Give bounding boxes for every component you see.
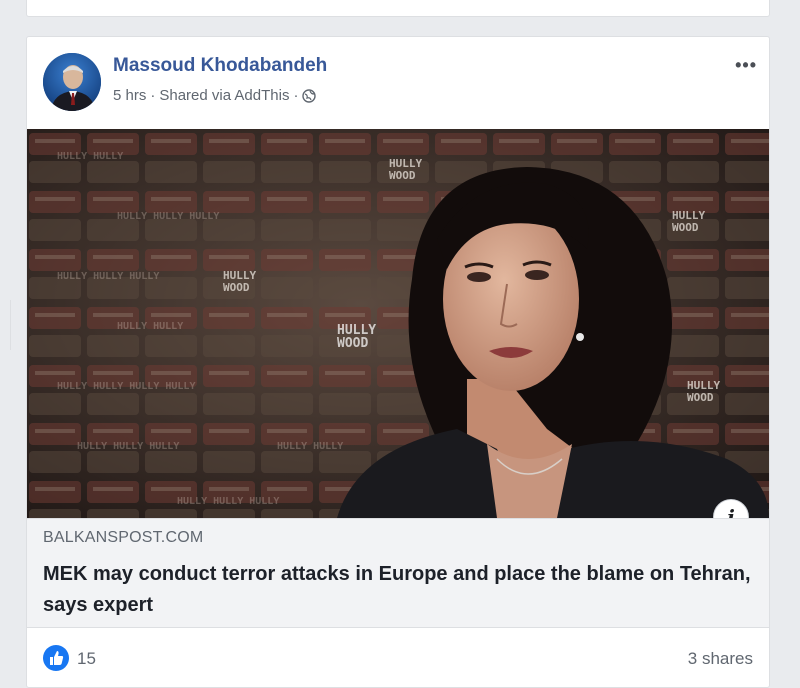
svg-text:WOOD: WOOD <box>672 221 699 234</box>
author-name[interactable]: Massoud Khodabandeh <box>113 55 327 77</box>
svg-text:HULLY HULLY HULLY: HULLY HULLY HULLY <box>177 496 279 507</box>
post-footer: 15 3 shares <box>27 637 769 677</box>
like-count[interactable]: 15 <box>77 649 96 669</box>
svg-text:WOOD: WOOD <box>223 281 250 294</box>
svg-text:HULLY HULLY HULLY: HULLY HULLY HULLY <box>77 441 179 452</box>
previous-post-card <box>26 0 770 17</box>
more-options-icon[interactable]: ••• <box>735 55 757 76</box>
svg-text:HULLY HULLY: HULLY HULLY <box>277 441 343 452</box>
like-reaction-icon[interactable] <box>43 645 69 671</box>
author-avatar[interactable] <box>43 53 101 111</box>
globe-icon[interactable] <box>302 88 317 103</box>
svg-text:HULLY HULLY: HULLY HULLY <box>117 321 183 332</box>
svg-text:WOOD: WOOD <box>337 336 368 351</box>
meta-separator-2: · <box>293 87 299 104</box>
shared-via-text: Shared via AddThis <box>159 87 290 104</box>
post-meta: 5 hrs · Shared via AddThis · <box>113 87 317 104</box>
link-preview-image[interactable]: HULLY WOOD HULLY WOOD HULLY WOOD HULLY W… <box>27 129 769 518</box>
svg-text:WOOD: WOOD <box>389 169 416 182</box>
shares-count[interactable]: 3 shares <box>688 649 753 669</box>
link-domain: BALKANSPOST.COM <box>43 529 204 546</box>
svg-text:HULLY HULLY: HULLY HULLY <box>57 151 123 162</box>
svg-text:HULLY HULLY HULLY: HULLY HULLY HULLY <box>117 211 219 222</box>
svg-text:HULLY HULLY HULLY HULLY: HULLY HULLY HULLY HULLY <box>57 381 195 392</box>
left-edge-divider <box>0 300 11 350</box>
svg-text:WOOD: WOOD <box>687 391 714 404</box>
meta-separator: · <box>150 87 156 104</box>
link-headline[interactable]: MEK may conduct terror attacks in Europe… <box>43 559 753 621</box>
post-card: Massoud Khodabandeh 5 hrs · Shared via A… <box>26 36 770 688</box>
svg-text:HULLY HULLY HULLY: HULLY HULLY HULLY <box>57 271 159 282</box>
post-time[interactable]: 5 hrs <box>113 87 146 104</box>
link-preview-box[interactable]: BALKANSPOST.COM MEK may conduct terror a… <box>27 518 769 628</box>
